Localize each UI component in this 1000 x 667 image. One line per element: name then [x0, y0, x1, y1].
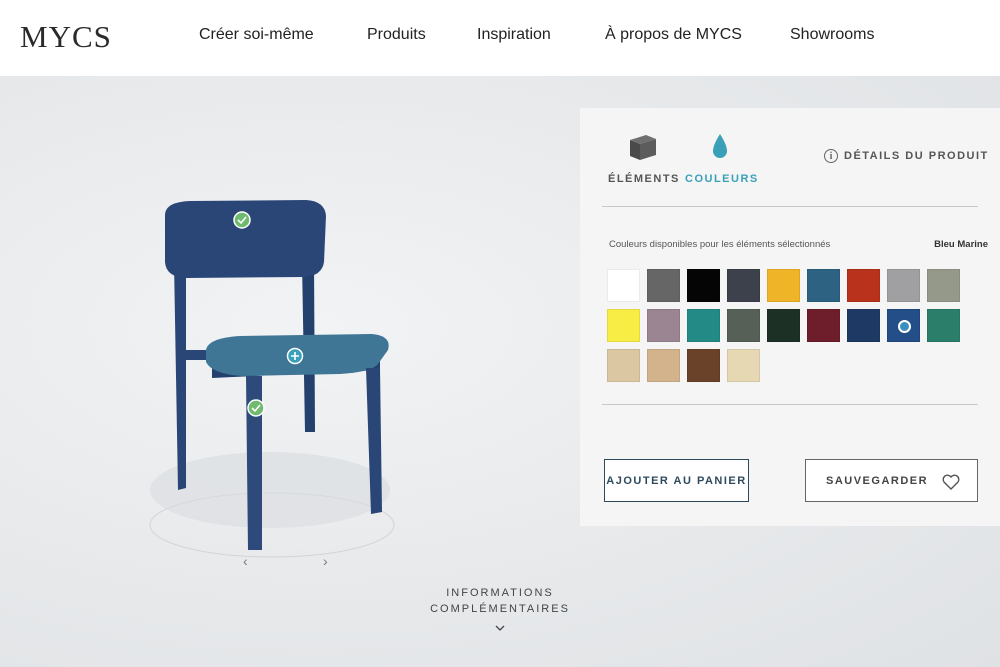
color-swatch[interactable]	[847, 269, 880, 302]
chair-backrest[interactable]	[165, 200, 326, 278]
color-swatch[interactable]	[727, 349, 760, 382]
product-details-link[interactable]: i DÉTAILS DU PRODUIT	[824, 149, 989, 163]
color-swatch[interactable]	[927, 309, 960, 342]
nav-item-inspiration[interactable]: Inspiration	[477, 26, 551, 44]
nav-item-create[interactable]: Créer soi-même	[199, 26, 314, 44]
selected-color-name: Bleu Marine	[934, 239, 988, 250]
color-swatch[interactable]	[687, 269, 720, 302]
color-swatch[interactable]	[607, 269, 640, 302]
color-swatch[interactable]	[687, 309, 720, 342]
save-button-label: SAUVEGARDER	[826, 474, 929, 487]
frame-selected-badge[interactable]	[247, 399, 265, 417]
product-details-label: DÉTAILS DU PRODUIT	[844, 150, 989, 162]
chevron-down-icon	[495, 625, 505, 631]
divider	[602, 404, 978, 405]
color-swatch[interactable]	[647, 309, 680, 342]
color-swatch[interactable]	[607, 309, 640, 342]
cube-icon	[630, 135, 656, 160]
chair-3d-view[interactable]	[0, 76, 560, 667]
color-swatch[interactable]	[927, 269, 960, 302]
configurator-panel: ÉLÉMENTS COULEURS i DÉTAILS DU PRODUIT C…	[580, 108, 1000, 526]
more-info-label-line2: COMPLÉMENTAIRES	[430, 603, 570, 615]
divider	[602, 206, 978, 207]
color-swatch[interactable]	[647, 349, 680, 382]
color-swatch[interactable]	[767, 269, 800, 302]
backrest-selected-badge[interactable]	[233, 211, 251, 229]
add-to-cart-button[interactable]: AJOUTER AU PANIER	[604, 459, 749, 502]
color-swatch[interactable]	[607, 349, 640, 382]
seat-add-badge[interactable]	[286, 347, 304, 365]
drop-icon	[713, 134, 727, 158]
color-swatch[interactable]	[647, 269, 680, 302]
color-swatch[interactable]	[727, 269, 760, 302]
color-swatch[interactable]	[887, 269, 920, 302]
more-info-label-line1: INFORMATIONS	[446, 587, 554, 599]
color-swatch[interactable]	[727, 309, 760, 342]
header: MYCS Créer soi-même Produits Inspiration…	[0, 0, 1000, 76]
nav-item-about[interactable]: À propos de MYCS	[605, 26, 742, 44]
save-button[interactable]: SAUVEGARDER	[805, 459, 978, 502]
colors-caption: Couleurs disponibles pour les éléments s…	[609, 239, 831, 250]
main-nav: Créer soi-même Produits Inspiration À pr…	[0, 26, 1000, 46]
info-icon: i	[824, 149, 838, 163]
color-swatch[interactable]	[807, 309, 840, 342]
tab-colors-label: COULEURS	[685, 173, 759, 185]
rotate-left-arrow[interactable]: ‹	[243, 553, 248, 569]
nav-item-showrooms[interactable]: Showrooms	[790, 26, 874, 44]
color-swatch[interactable]	[807, 269, 840, 302]
tab-colors[interactable]: COULEURS	[685, 132, 759, 185]
rotate-right-arrow[interactable]: ›	[323, 553, 328, 569]
color-swatch[interactable]	[847, 309, 880, 342]
color-swatch[interactable]	[687, 349, 720, 382]
more-info-toggle[interactable]: INFORMATIONS COMPLÉMENTAIRES	[400, 585, 600, 633]
tab-elements-label: ÉLÉMENTS	[608, 173, 680, 185]
nav-item-products[interactable]: Produits	[367, 26, 426, 44]
tab-elements[interactable]: ÉLÉMENTS	[608, 132, 678, 185]
heart-icon	[942, 474, 960, 490]
color-swatch[interactable]	[767, 309, 800, 342]
chair-back-leg-left	[174, 262, 186, 490]
color-swatch[interactable]	[887, 309, 920, 342]
